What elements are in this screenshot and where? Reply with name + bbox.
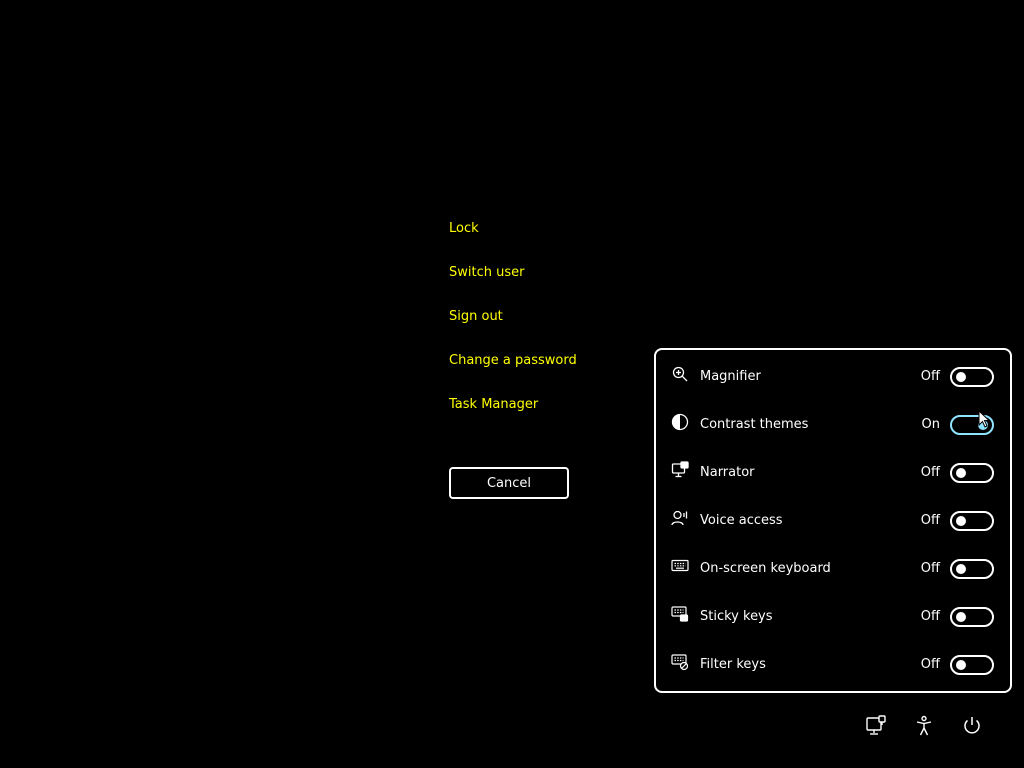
power-button[interactable] — [960, 714, 984, 738]
accessibility-icon — [916, 715, 932, 736]
toggle-knob — [956, 372, 966, 382]
sticky-keys-icon — [671, 605, 689, 623]
filter-keys-label: Filter keys — [700, 657, 766, 672]
accessibility-item-voice-access: Voice access Off — [656, 497, 1010, 545]
narrator-state: Off — [920, 465, 940, 480]
toggle-knob — [956, 468, 966, 478]
switch-user-link[interactable]: Switch user — [449, 264, 524, 282]
magnifier-state: Off — [920, 369, 940, 384]
accessibility-item-sticky-keys: Sticky keys Off — [656, 593, 1010, 641]
toggle-knob — [956, 564, 966, 574]
voice-access-icon — [671, 509, 689, 527]
on-screen-keyboard-toggle[interactable] — [950, 559, 994, 579]
toggle-knob — [956, 516, 966, 526]
filter-keys-toggle[interactable] — [950, 655, 994, 675]
sticky-keys-label: Sticky keys — [700, 609, 773, 624]
task-manager-link[interactable]: Task Manager — [449, 396, 538, 414]
narrator-toggle[interactable] — [950, 463, 994, 483]
sticky-keys-state: Off — [920, 609, 940, 624]
narrator-label: Narrator — [700, 465, 755, 480]
accessibility-item-magnifier: Magnifier Off — [656, 353, 1010, 401]
sign-out-link[interactable]: Sign out — [449, 308, 503, 326]
filter-keys-state: Off — [920, 657, 940, 672]
on-screen-keyboard-label: On-screen keyboard — [700, 561, 831, 576]
accessibility-item-contrast-themes: Contrast themes On — [656, 401, 1010, 449]
magnifier-toggle[interactable] — [950, 367, 994, 387]
change-password-link[interactable]: Change a password — [449, 352, 577, 370]
filter-keys-icon — [671, 653, 689, 671]
contrast-icon — [671, 413, 689, 431]
on-screen-keyboard-state: Off — [920, 561, 940, 576]
accessibility-item-narrator: Narrator Off — [656, 449, 1010, 497]
toggle-knob — [956, 612, 966, 622]
cancel-button[interactable]: Cancel — [449, 467, 569, 499]
voice-access-toggle[interactable] — [950, 511, 994, 531]
toggle-knob — [956, 660, 966, 670]
network-button[interactable] — [864, 714, 888, 738]
power-icon — [964, 717, 980, 734]
voice-access-state: Off — [920, 513, 940, 528]
accessibility-button[interactable] — [912, 714, 936, 738]
voice-access-label: Voice access — [700, 513, 783, 528]
keyboard-icon — [671, 557, 689, 575]
contrast-themes-state: On — [921, 417, 940, 432]
magnifier-label: Magnifier — [700, 369, 761, 384]
accessibility-item-filter-keys: Filter keys Off — [656, 641, 1010, 689]
magnifier-icon — [671, 365, 689, 383]
accessibility-item-on-screen-keyboard: On-screen keyboard Off — [656, 545, 1010, 593]
accessibility-flyout: Magnifier Off Contrast themes On Narrato… — [654, 348, 1012, 693]
security-options-screen: Lock Switch user Sign out Change a passw… — [0, 0, 1024, 768]
narrator-icon — [671, 461, 689, 479]
sticky-keys-toggle[interactable] — [950, 607, 994, 627]
lock-link[interactable]: Lock — [449, 220, 479, 238]
contrast-themes-label: Contrast themes — [700, 417, 809, 432]
network-icon — [866, 715, 886, 735]
mouse-cursor-icon — [978, 410, 991, 428]
